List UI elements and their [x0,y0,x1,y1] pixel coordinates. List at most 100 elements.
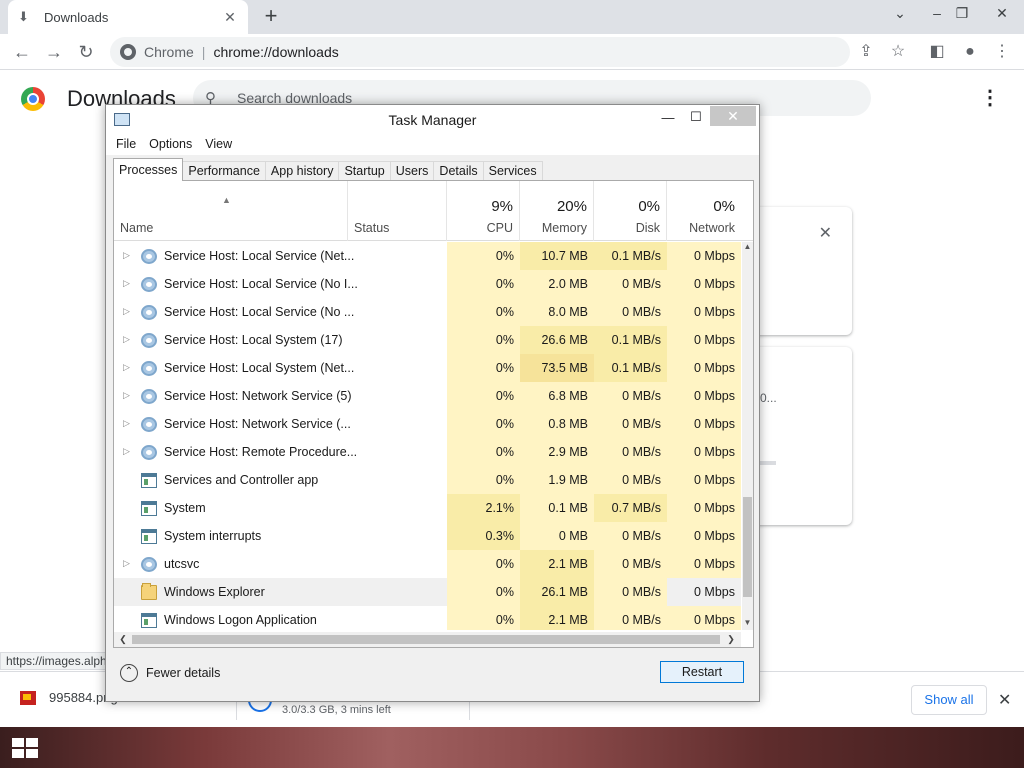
menu-file[interactable]: File [116,137,136,151]
process-row[interactable]: Windows Logon Application 0% 2.1 MB 0 MB/s 0… [114,606,741,630]
process-row[interactable]: ▷ Service Host: Local System (17) 0% 26.6 M… [114,326,741,354]
scroll-left-icon[interactable]: ❮ [116,632,130,647]
expand-chevron-icon[interactable]: ▷ [123,278,130,289]
network-value: 0 Mbps [667,550,741,578]
network-value: 0 Mbps [667,354,741,382]
network-value: 0 Mbps [667,326,741,354]
reload-button[interactable]: ↻ [72,38,100,66]
expand-chevron-icon[interactable]: ▷ [123,418,130,429]
process-row[interactable]: ▷ Service Host: Local Service (Net... 0% 10… [114,242,741,270]
expand-chevron-icon[interactable]: ▷ [123,250,130,261]
tab-close-icon[interactable]: ✕ [222,9,238,26]
process-row[interactable]: ▷ Service Host: Remote Procedure... 0% 2.9 … [114,438,741,466]
process-row[interactable]: ▷ Service Host: Local Service (No ... 0% 8.… [114,298,741,326]
expand-chevron-icon[interactable]: ▷ [123,390,130,401]
disk-value: 0 MB/s [594,298,667,326]
network-value: 0 Mbps [667,298,741,326]
process-name: System interrupts [164,529,262,543]
column-status[interactable]: Status [348,181,447,241]
back-button[interactable]: ← [8,38,36,66]
scroll-right-icon[interactable]: ❯ [724,632,738,647]
vertical-scrollbar[interactable]: ▲ ▼ [742,242,753,630]
taskbar [0,727,1024,768]
column-disk[interactable]: 0% Disk [594,181,667,241]
process-row[interactable]: System 2.1% 0.1 MB 0.7 MB/s 0 Mbps [114,494,741,522]
tab-performance[interactable]: Performance [182,161,266,181]
tab-services[interactable]: Services [482,161,543,181]
cpu-value: 0.3% [447,522,520,550]
tab-details[interactable]: Details [433,161,484,181]
share-icon[interactable]: ⇪ [852,38,880,66]
process-row[interactable]: ▷ Service Host: Local Service (No I... 0% 2… [114,270,741,298]
address-bar[interactable]: Chrome | chrome://downloads [110,37,850,67]
address-url: chrome://downloads [213,44,339,60]
tm-maximize-button[interactable]: ☐ [683,107,709,131]
expand-chevron-icon[interactable]: ▷ [123,446,130,457]
tab-downloads[interactable]: ⬇ Downloads ✕ [8,0,248,34]
expand-chevron-icon[interactable]: ▷ [123,362,130,373]
tab-users[interactable]: Users [389,161,435,181]
process-row[interactable]: ▷ Service Host: Local System (Net... 0% 73.… [114,354,741,382]
tm-minimize-button[interactable]: — [655,107,681,131]
expand-chevron-icon[interactable]: ▷ [123,306,130,317]
expand-chevron-icon[interactable]: ▷ [123,334,130,345]
tm-close-button[interactable]: ✕ [710,106,756,126]
scroll-thumb[interactable] [743,497,752,597]
profile-avatar[interactable]: ● [956,38,984,66]
windows-start-icon[interactable] [12,738,38,758]
horizontal-scrollbar[interactable]: ❮ ❯ [114,632,741,647]
column-network[interactable]: 0% Network [667,181,753,241]
disk-value: 0 MB/s [594,382,667,410]
restore-button[interactable]: ❐ [945,0,979,30]
chrome-logo [21,87,45,111]
task-manager-footer: ⌃ Fewer details Restart [106,651,759,701]
hscroll-thumb[interactable] [132,635,720,644]
tab-search-chevron-icon[interactable]: ⌄ [883,0,917,30]
processes-panel: ▲ Name Status 9% CPU 20% Memory 0% Disk … [113,180,754,648]
process-row[interactable]: System interrupts 0.3% 0 MB 0 MB/s 0 Mbps [114,522,741,550]
restart-button[interactable]: Restart [660,661,744,683]
bookmark-star-icon[interactable]: ☆ [884,38,912,66]
column-memory[interactable]: 20% Memory [520,181,594,241]
remove-download-icon[interactable]: ✕ [819,223,832,243]
disk-value: 0.1 MB/s [594,326,667,354]
process-row[interactable]: Services and Controller app 0% 1.9 MB 0 MB/… [114,466,741,494]
process-name: Service Host: Local System (Net... [164,361,355,375]
process-row[interactable]: ▷ Service Host: Network Service (5) 0% 6.8 … [114,382,741,410]
column-name[interactable]: ▲ Name [114,181,348,241]
address-site-label: Chrome [144,44,194,60]
column-cpu[interactable]: 9% CPU [447,181,520,241]
shelf-item[interactable]: 995884.png [20,690,118,705]
cpu-value: 0% [447,326,520,354]
process-row[interactable]: ▷ utcsvc 0% 2.1 MB 0 MB/s 0 Mbps [114,550,741,578]
disk-value: 0 MB/s [594,550,667,578]
disk-value: 0.7 MB/s [594,494,667,522]
new-tab-button[interactable]: + [259,5,283,29]
forward-button[interactable]: → [40,38,68,66]
downloads-menu-icon[interactable]: ⋮ [980,86,1000,110]
task-manager-titlebar[interactable]: Task Manager — ☐ ✕ [106,105,759,133]
browser-menu-icon[interactable]: ⋮ [988,38,1016,66]
menu-bar: File Options View [106,133,759,155]
process-row[interactable]: Windows Explorer 0% 26.1 MB 0 MB/s 0 Mbps [114,578,741,606]
show-all-button[interactable]: Show all [911,685,987,715]
side-panel-icon[interactable]: ◧ [923,38,951,66]
cpu-value: 0% [447,466,520,494]
tab-startup[interactable]: Startup [338,161,391,181]
scroll-down-icon[interactable]: ▼ [742,618,753,630]
tab-app-history[interactable]: App history [264,161,340,181]
close-shelf-icon[interactable]: ✕ [998,690,1011,710]
network-value: 0 Mbps [667,438,741,466]
cpu-value: 0% [447,578,520,606]
fewer-details-button[interactable]: ⌃ Fewer details [120,664,220,682]
menu-options[interactable]: Options [149,137,192,151]
expand-chevron-icon[interactable]: ▷ [123,558,130,569]
close-window-button[interactable]: ✕ [985,0,1019,30]
tab-processes[interactable]: Processes [113,158,184,181]
gear-icon [141,361,157,376]
scroll-up-icon[interactable]: ▲ [742,242,753,254]
menu-view[interactable]: View [205,137,232,151]
process-row[interactable]: ▷ Service Host: Network Service (... 0% 0.8… [114,410,741,438]
app-window-icon [141,501,157,516]
network-value: 0 Mbps [667,522,741,550]
